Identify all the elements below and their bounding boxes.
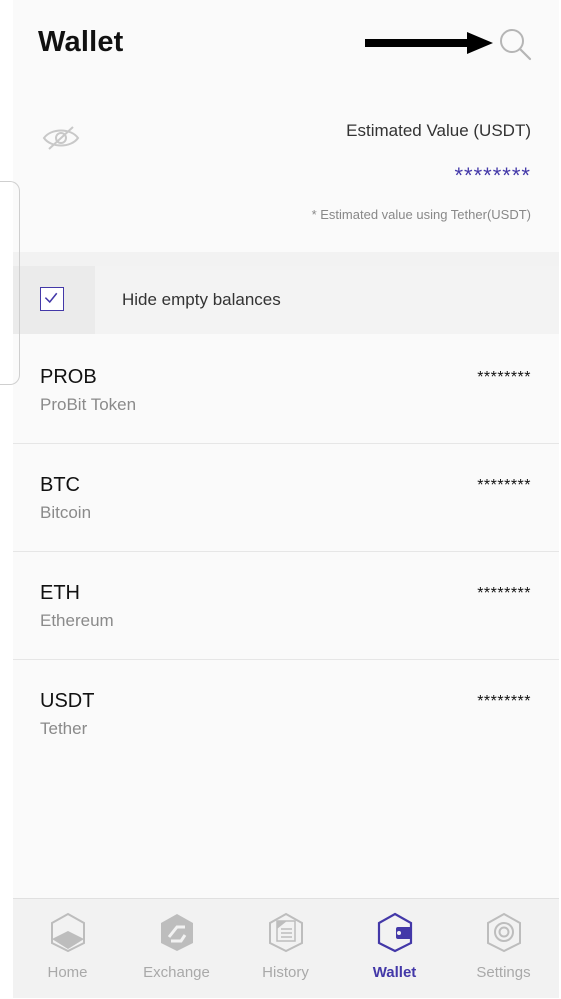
coin-balance: ********	[477, 477, 531, 494]
tab-label: History	[262, 964, 309, 981]
tab-settings[interactable]: Settings	[449, 899, 558, 999]
tab-home[interactable]: Home	[13, 899, 122, 999]
tab-history[interactable]: History	[231, 899, 340, 999]
tab-wallet[interactable]: Wallet	[340, 899, 449, 999]
eye-slash-icon[interactable]	[41, 124, 81, 152]
wallet-icon	[377, 912, 413, 953]
coin-row-usdt[interactable]: USDT Tether ********	[13, 660, 559, 768]
coin-symbol: ETH	[40, 582, 80, 604]
coin-name: ProBit Token	[40, 395, 137, 414]
coin-name: Ethereum	[40, 611, 114, 630]
exchange-icon	[161, 914, 193, 951]
checkmark-icon	[44, 292, 58, 304]
hide-empty-balances-row[interactable]: Hide empty balances	[13, 266, 559, 334]
history-icon	[269, 912, 303, 953]
coin-balance: ********	[477, 369, 531, 386]
coin-symbol: USDT	[40, 690, 95, 712]
search-icon[interactable]	[496, 23, 536, 63]
settings-icon	[487, 912, 521, 953]
coin-balance: ********	[477, 693, 531, 710]
estimated-value: ********	[454, 163, 531, 188]
side-drawer-handle[interactable]	[0, 181, 20, 385]
coin-symbol: BTC	[40, 474, 80, 496]
tab-label: Exchange	[143, 964, 210, 981]
coin-name: Tether	[40, 719, 88, 738]
coin-name: Bitcoin	[40, 503, 92, 522]
checkbox-area[interactable]	[13, 266, 95, 334]
coin-row-eth[interactable]: ETH Ethereum ********	[13, 552, 559, 660]
coin-row-btc[interactable]: BTC Bitcoin ********	[13, 444, 559, 552]
bottom-tab-bar: Home Exchange History Wallet Settings	[13, 898, 559, 998]
home-icon	[51, 912, 85, 953]
coin-balance: ********	[477, 585, 531, 602]
page-title: Wallet	[38, 26, 124, 58]
hide-empty-label: Hide empty balances	[122, 290, 281, 309]
wallet-screen: Wallet Estimated Value (USDT) ******** *…	[13, 0, 559, 998]
estimated-value-label: Estimated Value (USDT)	[346, 121, 531, 140]
arrow-annotation-icon	[365, 32, 493, 54]
section-divider	[13, 252, 559, 266]
estimated-value-note: * Estimated value using Tether(USDT)	[311, 207, 531, 222]
coin-row-prob[interactable]: PROB ProBit Token ********	[13, 336, 559, 444]
tab-exchange[interactable]: Exchange	[122, 899, 231, 999]
coin-symbol: PROB	[40, 366, 97, 388]
tab-label: Home	[47, 964, 88, 981]
tab-label: Settings	[476, 964, 531, 981]
tab-label: Wallet	[372, 964, 417, 981]
hide-empty-checkbox[interactable]	[40, 287, 64, 311]
